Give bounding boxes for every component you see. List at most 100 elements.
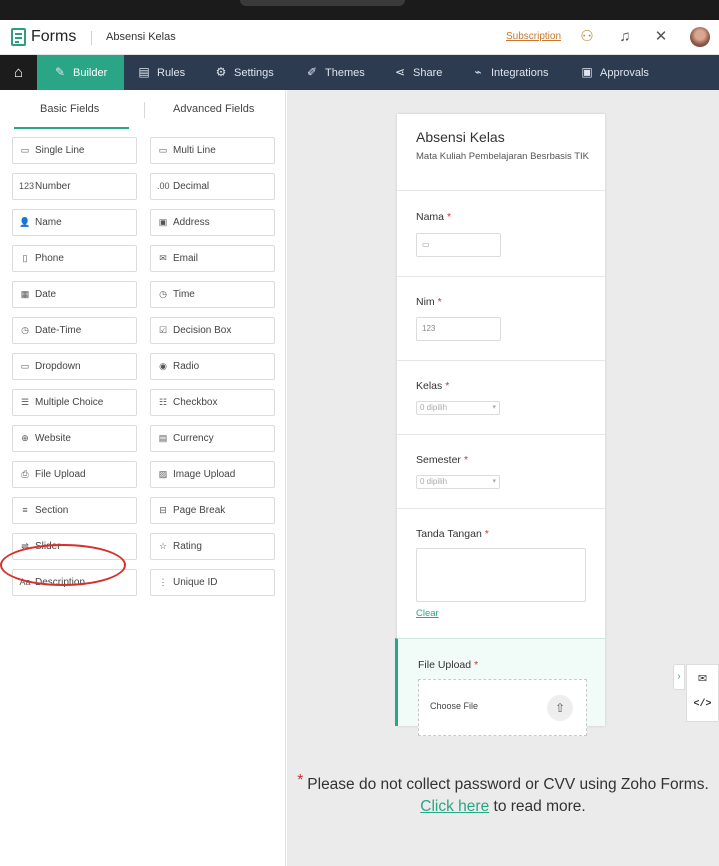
field-type-label: Address <box>173 217 210 228</box>
field-type-label: Page Break <box>173 505 226 516</box>
nav-themes-label: Themes <box>325 67 365 79</box>
field-type-image-upload[interactable]: ▨ Image Upload <box>150 461 275 488</box>
field-type-section[interactable]: ≡ Section <box>12 497 137 524</box>
nav-settings[interactable]: ⚙ Settings <box>214 55 274 90</box>
file-upload-icon: ⎙ <box>21 469 29 479</box>
gear-icon: ⚙ <box>215 65 227 79</box>
field-type-unique-id[interactable]: ⋮ Unique ID <box>150 569 275 596</box>
nim-label: Nim <box>416 296 435 308</box>
avatar[interactable] <box>690 27 710 47</box>
envelope-settings-icon[interactable]: ✉ <box>687 672 718 685</box>
field-type-name[interactable]: 👤 Name <box>12 209 137 236</box>
field-type-label: Checkbox <box>173 397 218 408</box>
field-type-label: Time <box>173 289 195 300</box>
field-type-number[interactable]: 123Number <box>12 173 137 200</box>
field-type-website[interactable]: ⊕ Website <box>12 425 137 452</box>
tab-basic-fields[interactable]: Basic Fields <box>40 103 99 115</box>
home-icon[interactable]: ⌂ <box>0 55 37 90</box>
nav-integrations[interactable]: ⌁ Integrations <box>471 55 548 90</box>
signature-pad[interactable] <box>416 548 586 602</box>
forms-logo-icon <box>11 28 26 46</box>
app-name[interactable]: Forms <box>31 28 76 46</box>
time-icon: ◷ <box>159 289 167 299</box>
field-type-decimal[interactable]: .00 Decimal <box>150 173 275 200</box>
rules-icon: ▤ <box>138 65 150 79</box>
single-line-icon: ▭ <box>20 145 30 155</box>
code-embed-icon[interactable]: </> <box>687 699 718 710</box>
slider-icon: ⇌ <box>21 541 29 551</box>
field-palette: Basic Fields Advanced Fields ▭ Single Lin… <box>0 90 286 866</box>
field-type-file-upload[interactable]: ⎙ File Upload <box>12 461 137 488</box>
field-type-multiple-choice[interactable]: ☰ Multiple Choice <box>12 389 137 416</box>
field-type-label: Phone <box>35 253 64 264</box>
field-type-address[interactable]: ▣ Address <box>150 209 275 236</box>
field-tanda-tangan[interactable]: Tanda Tangan * Clear <box>397 508 605 638</box>
field-type-date-time[interactable]: ◷ Date-Time <box>12 317 137 344</box>
nama-input[interactable]: ▭ <box>416 233 501 257</box>
field-type-description[interactable]: Aa Description <box>12 569 137 596</box>
field-semester[interactable]: Semester * 0 dipilih ▾ <box>397 434 605 508</box>
field-label: Kelas * <box>416 380 449 392</box>
notch <box>240 0 405 6</box>
tools-icon[interactable]: ✕ <box>652 28 670 46</box>
field-kelas[interactable]: Kelas * 0 dipilih ▾ <box>397 360 605 434</box>
file-drop-zone[interactable]: Choose File ⇧ <box>418 679 587 736</box>
nim-input[interactable]: 123 <box>416 317 501 341</box>
required-mark: * <box>445 380 450 392</box>
kelas-select[interactable]: 0 dipilih ▾ <box>416 401 500 415</box>
form-description[interactable]: Mata Kuliah Pembelajaran Besrbasis TIK <box>416 150 596 163</box>
required-mark: * <box>437 296 442 308</box>
semester-select[interactable]: 0 dipilih ▾ <box>416 475 500 489</box>
field-type-date[interactable]: ▦ Date <box>12 281 137 308</box>
field-type-page-break[interactable]: ⊟ Page Break <box>150 497 275 524</box>
tab-divider <box>144 102 145 118</box>
date-time-icon: ◷ <box>21 325 29 335</box>
field-type-multi-line[interactable]: ▭ Multi Line <box>150 137 275 164</box>
field-type-dropdown[interactable]: ▭ Dropdown <box>12 353 137 380</box>
tab-advanced-fields[interactable]: Advanced Fields <box>173 103 254 115</box>
field-type-single-line[interactable]: ▭ Single Line <box>12 137 137 164</box>
click-here-link[interactable]: Click here <box>420 798 489 815</box>
field-type-label: Description <box>35 577 86 588</box>
form-heading[interactable]: Absensi Kelas <box>416 129 505 145</box>
field-type-label: Radio <box>173 361 200 372</box>
users-icon[interactable]: ⚇ <box>578 28 596 46</box>
field-type-radio[interactable]: ◉ Radio <box>150 353 275 380</box>
nav-settings-label: Settings <box>234 67 274 79</box>
upload-icon[interactable]: ⇧ <box>547 695 573 721</box>
choose-file-label[interactable]: Choose File <box>430 701 478 711</box>
expand-panel-toggle[interactable]: › <box>673 664 685 690</box>
nav-builder[interactable]: ✎ Builder <box>37 55 124 90</box>
notice-asterisk: * <box>297 772 304 789</box>
field-type-currency[interactable]: ▤ Currency <box>150 425 275 452</box>
bell-icon[interactable]: ♫ <box>616 28 634 46</box>
name-icon: 👤 <box>19 217 31 227</box>
field-type-checkbox[interactable]: ☷ Checkbox <box>150 389 275 416</box>
field-type-slider[interactable]: ⇌ Slider <box>12 533 137 560</box>
semester-label: Semester <box>416 454 461 466</box>
field-type-label: Multiple Choice <box>35 397 104 408</box>
field-nama[interactable]: Nama * ▭ <box>397 190 605 276</box>
unique-id-icon: ⋮ <box>158 577 168 587</box>
multiple-choice-icon: ☰ <box>20 397 30 407</box>
field-label: Tanda Tangan * <box>416 528 489 540</box>
field-type-label: Section <box>35 505 69 516</box>
field-type-email[interactable]: ✉ Email <box>150 245 275 272</box>
side-tool-panel: ✉ </> <box>686 664 719 722</box>
nav-share[interactable]: ⋖ Share <box>393 55 442 90</box>
field-label: File Upload * <box>418 659 478 671</box>
field-type-phone[interactable]: ▯ Phone <box>12 245 137 272</box>
email-icon: ✉ <box>159 253 167 263</box>
nav-themes[interactable]: ✐ Themes <box>305 55 365 90</box>
field-file-upload[interactable]: File Upload * Choose File ⇧ <box>395 638 605 736</box>
security-notice: * Please do not collect password or CVV u… <box>287 770 719 818</box>
clear-signature-link[interactable]: Clear <box>416 608 439 619</box>
field-nim[interactable]: Nim * 123 <box>397 276 605 360</box>
nav-approvals[interactable]: ▣ Approvals <box>580 55 649 90</box>
subscription-link[interactable]: Subscription <box>506 31 561 42</box>
main-nav: ⌂ ✎ Builder ▤ Rules ⚙ Settings ✐ Themes ⋖ Sha… <box>0 55 719 90</box>
field-type-rating[interactable]: ☆ Rating <box>150 533 275 560</box>
field-type-decision-box[interactable]: ☑ Decision Box <box>150 317 275 344</box>
field-type-time[interactable]: ◷ Time <box>150 281 275 308</box>
nav-rules[interactable]: ▤ Rules <box>137 55 185 90</box>
